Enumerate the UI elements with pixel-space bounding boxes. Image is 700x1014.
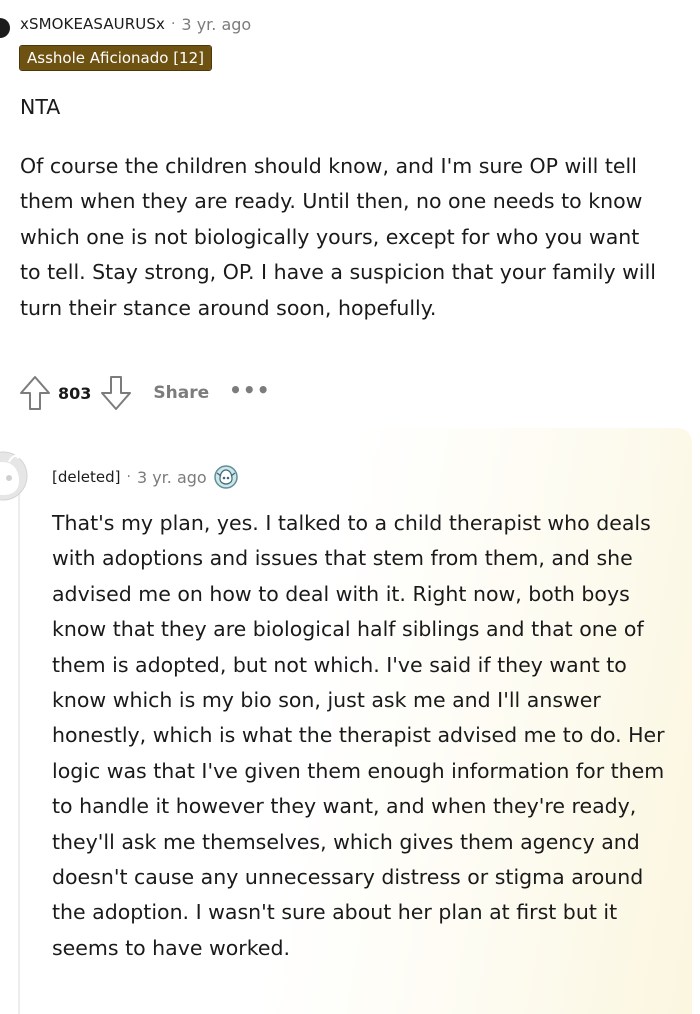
award-icon[interactable] <box>213 464 239 490</box>
comment-body: NTA Of course the children should know, … <box>20 90 660 349</box>
ellipsis-icon[interactable]: ••• <box>229 380 270 406</box>
reply-body: That's my plan, yes. I talked to a child… <box>52 506 682 966</box>
upvote-arrow-icon[interactable] <box>18 374 52 412</box>
vote-score: 803 <box>58 383 92 403</box>
downvote-arrow-icon[interactable] <box>99 374 133 412</box>
comment-timestamp[interactable]: 3 yr. ago <box>181 15 251 34</box>
comment-meta: xSMOKEASAURUSx · 3 yr. ago <box>20 12 251 36</box>
user-flair: Asshole Aficionado [12] <box>19 45 212 71</box>
reply-text: That's my plan, yes. I talked to a child… <box>52 511 665 960</box>
default-avatar-icon[interactable] <box>0 451 28 501</box>
reply-meta: [deleted] · 3 yr. ago <box>52 463 239 491</box>
comment-thread: xSMOKEASAURUSx · 3 yr. ago Asshole Afici… <box>0 0 700 1014</box>
user-avatar[interactable] <box>0 18 10 38</box>
share-button[interactable]: Share <box>153 383 209 403</box>
reply-author: [deleted] <box>52 468 121 486</box>
comment-verdict: NTA <box>20 95 61 119</box>
comment-text: Of course the children should know, and … <box>20 153 656 320</box>
reply-timestamp[interactable]: 3 yr. ago <box>137 468 207 487</box>
meta-separator: · <box>170 16 176 32</box>
comment-author[interactable]: xSMOKEASAURUSx <box>20 15 165 33</box>
meta-separator: · <box>126 469 131 485</box>
comment-actions: 803 Share ••• <box>18 373 271 413</box>
thread-line[interactable] <box>18 488 20 1014</box>
